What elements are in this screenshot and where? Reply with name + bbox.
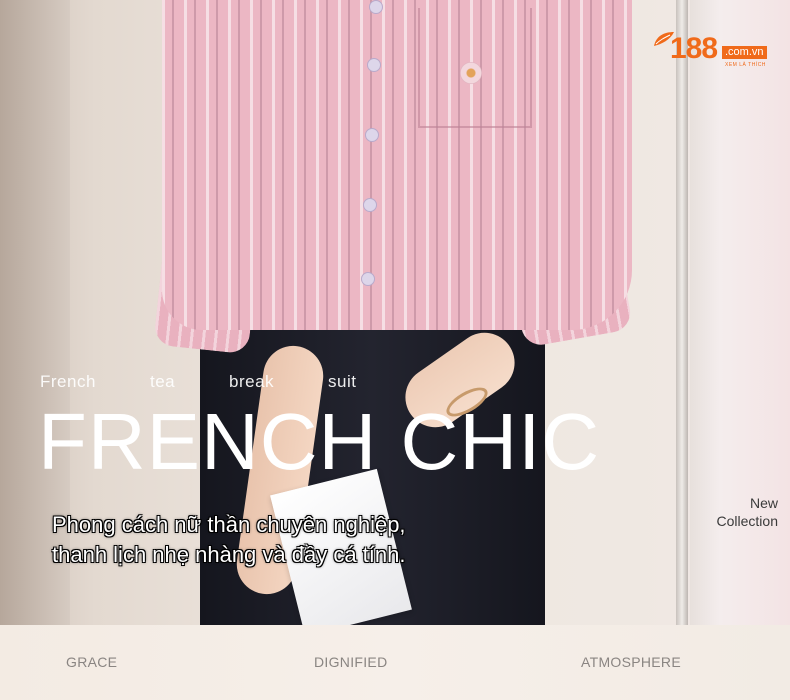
tagline-word: French: [40, 372, 96, 391]
product-banner: 188 .com.vn XEM LÀ THÍCH French tea brea…: [0, 0, 790, 700]
shirt-button: [367, 58, 381, 72]
new-collection-line: Collection: [716, 513, 778, 530]
hero-title: FRENCH CHIC: [38, 397, 601, 486]
new-collection-line: New: [749, 495, 778, 511]
logo-number: 188: [670, 32, 718, 65]
tagline-word: tea: [150, 372, 176, 391]
background-pole: [676, 0, 688, 625]
tagline-word: break: [229, 372, 275, 391]
site-logo[interactable]: 188 .com.vn XEM LÀ THÍCH: [652, 26, 776, 72]
model-striped-shirt: [162, 0, 632, 330]
shirt-button: [363, 198, 377, 212]
caption: Phong cách nữ thần chuyên nghiệp, thanh …: [52, 510, 406, 569]
footer-band: GRACE DIGNIFIED ATMOSPHERE: [0, 625, 790, 700]
tagline: French tea break suit: [0, 372, 790, 392]
logo-domain: .com.vn: [722, 46, 767, 59]
shirt-button: [365, 128, 379, 142]
background-wall-right: [690, 0, 790, 625]
logo-subtitle: XEM LÀ THÍCH: [725, 62, 766, 68]
shirt-button: [361, 272, 375, 286]
new-collection-label: New Collection: [717, 494, 778, 530]
caption-line: Phong cách nữ thần chuyên nghiệp,: [52, 512, 406, 537]
footer-word-grace: GRACE: [66, 654, 118, 670]
shirt-button: [369, 0, 383, 14]
caption-line: thanh lịch nhẹ nhàng và đầy cá tính.: [52, 541, 406, 567]
flower-brooch-icon: [460, 62, 482, 84]
tagline-word: suit: [328, 372, 357, 391]
footer-word-dignified: DIGNIFIED: [314, 654, 388, 670]
footer-word-atmosphere: ATMOSPHERE: [581, 654, 681, 670]
